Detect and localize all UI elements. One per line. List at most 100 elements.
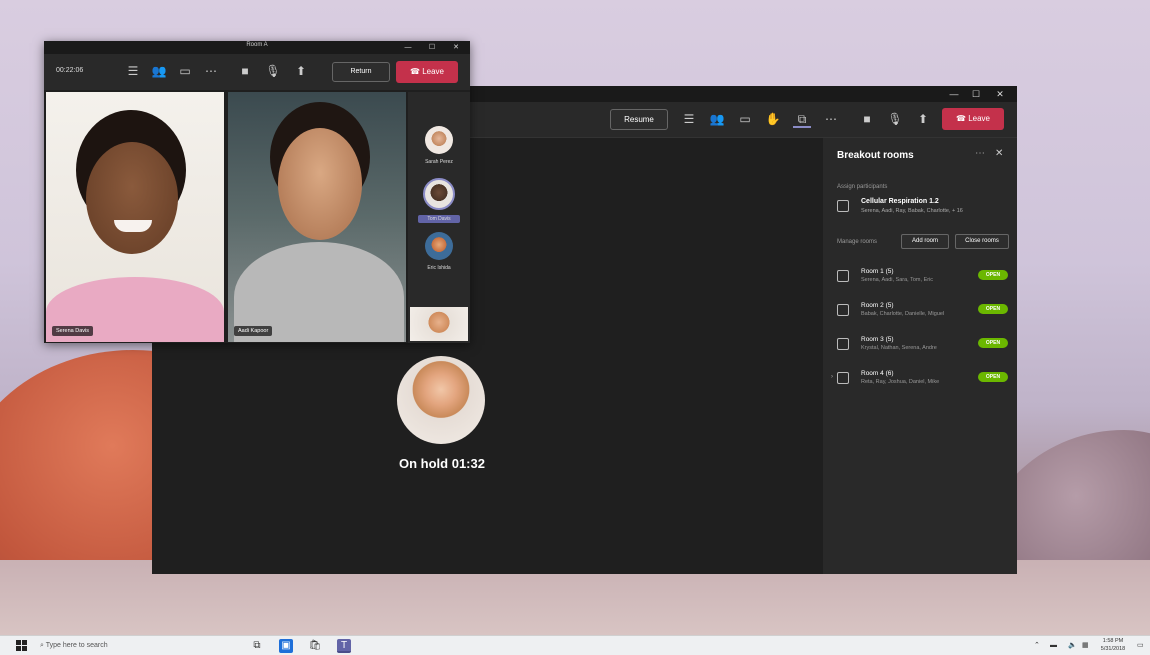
breakout-rooms-icon[interactable]: ⧉ xyxy=(793,110,811,128)
taskbar-search[interactable]: ⌕ Type here to search xyxy=(40,638,240,653)
room-list-item[interactable]: Room 1 (5) Serena, Aadi, Sara, Tom, Eric… xyxy=(837,266,1009,288)
add-room-button[interactable]: Add room xyxy=(901,234,949,249)
close-icon[interactable]: ✕ xyxy=(988,86,1012,102)
room-icon xyxy=(837,372,849,384)
room-toolbar: 00:22:06 ☰ 👥 ▭ ⋯ ■ 🎙 ⬆ Return ☎ Leave xyxy=(44,54,470,90)
return-button[interactable]: Return xyxy=(332,62,390,82)
task-view-icon[interactable]: ⧉ xyxy=(250,639,264,653)
room-status-badge: OPEN xyxy=(978,304,1008,314)
participants-list-icon[interactable]: ☰ xyxy=(124,62,142,80)
leave-button[interactable]: ☎ Leave xyxy=(942,108,1004,130)
room-list-item[interactable]: › Room 4 (6) Reta, Ray, Joshua, Daniel, … xyxy=(831,368,1009,390)
volume-icon[interactable]: 🔈 xyxy=(1068,639,1077,653)
room-name: Room 1 (5) xyxy=(861,268,894,275)
taskbar-clock[interactable]: 1:58 PM 5/31/2018 xyxy=(1096,637,1130,653)
phone-hangup-icon: ☎ xyxy=(956,114,969,123)
participant-face xyxy=(278,128,362,240)
room-icon xyxy=(837,270,849,282)
roster-avatar[interactable] xyxy=(425,126,453,154)
participant-smile xyxy=(114,220,152,232)
people-icon[interactable]: 👥 xyxy=(150,62,168,80)
leave-button[interactable]: ☎ Leave xyxy=(396,61,458,83)
room-icon xyxy=(837,338,849,350)
room-participants: Krystal, Nathan, Serena, Andre xyxy=(861,345,937,351)
phone-hangup-icon: ☎ xyxy=(410,67,423,76)
more-options-icon[interactable]: ⋯ xyxy=(822,110,840,128)
roster-avatar[interactable] xyxy=(423,178,455,210)
call-timer: 00:22:06 xyxy=(56,67,84,74)
participants-list-icon[interactable]: ☰ xyxy=(680,110,698,128)
manage-rooms-label: Manage rooms xyxy=(837,239,878,245)
leave-label: Leave xyxy=(422,67,444,76)
assignment-icon xyxy=(837,200,849,212)
room-titlebar: Room A — ☐ ✕ xyxy=(44,41,470,54)
roster-name: Tom Davis xyxy=(418,215,460,223)
on-hold-participant-avatar xyxy=(397,356,485,444)
file-explorer-icon[interactable]: ▣ xyxy=(279,639,293,653)
language-icon[interactable]: ▦ xyxy=(1082,639,1089,653)
taskbar: ⌕ Type here to search ⧉ ▣ 🛍 T ⌃ ▬ 🔈 ▦ 1:… xyxy=(0,635,1150,655)
minimize-icon[interactable]: — xyxy=(942,86,966,102)
assignment-participants: Serena, Aadi, Ray, Babak, Charlotte, + 1… xyxy=(861,208,963,214)
room-status-badge: OPEN xyxy=(978,338,1008,348)
room-list-item[interactable]: Room 2 (5) Babak, Charlotte, Danielle, M… xyxy=(837,300,1009,322)
more-options-icon[interactable]: ⋯ xyxy=(202,62,220,80)
teams-app-icon[interactable]: T xyxy=(337,639,351,653)
microphone-icon[interactable]: 🎙 xyxy=(886,110,904,128)
chat-icon[interactable]: ▭ xyxy=(736,110,754,128)
assign-participants-label: Assign participants xyxy=(837,184,888,190)
room-window: Room A — ☐ ✕ 00:22:06 ☰ 👥 ▭ ⋯ ■ 🎙 ⬆ Retu… xyxy=(44,41,470,343)
roster-name: Eric Ishida xyxy=(427,265,451,271)
search-placeholder: Type here to search xyxy=(45,642,108,649)
roster-name: Sarah Perez xyxy=(425,159,453,165)
room-name: Room 4 (6) xyxy=(861,370,894,377)
raise-hand-icon[interactable]: ✋ xyxy=(764,110,782,128)
clock-time: 1:58 PM xyxy=(1102,638,1124,644)
on-hold-status: On hold 01:32 xyxy=(399,456,485,471)
network-icon[interactable]: ▬ xyxy=(1050,639,1057,653)
participant-video-tile[interactable]: Aadi Kapoor xyxy=(228,92,406,342)
tray-chevron-icon[interactable]: ⌃ xyxy=(1034,639,1040,653)
resume-button[interactable]: Resume xyxy=(610,109,668,130)
room-participants: Serena, Aadi, Sara, Tom, Eric xyxy=(861,277,934,283)
chat-icon[interactable]: ▭ xyxy=(176,62,194,80)
breakout-rooms-panel: Breakout rooms ⋯ ✕ Assign participants C… xyxy=(823,138,1017,574)
camera-icon[interactable]: ■ xyxy=(858,110,876,128)
desktop-wallpaper: — ☐ ✕ Resume ☰ 👥 ▭ ✋ ⧉ ⋯ ■ 🎙 ⬆ ☎ Leave O… xyxy=(0,0,1150,655)
panel-more-icon[interactable]: ⋯ xyxy=(975,148,985,159)
participant-face xyxy=(86,142,178,254)
close-rooms-button[interactable]: Close rooms xyxy=(955,234,1009,249)
roster-avatar[interactable] xyxy=(425,232,453,260)
maximize-icon[interactable]: ☐ xyxy=(420,41,444,54)
self-view-thumbnail xyxy=(410,307,468,341)
panel-title: Breakout rooms xyxy=(837,150,914,161)
participant-roster: Sarah Perez Tom Davis Eric Ishida xyxy=(408,92,470,343)
room-status-badge: OPEN xyxy=(978,270,1008,280)
microphone-icon[interactable]: 🎙 xyxy=(264,62,282,80)
people-icon[interactable]: 👥 xyxy=(708,110,726,128)
assignment-title: Cellular Respiration 1.2 xyxy=(861,198,939,205)
store-icon[interactable]: 🛍 xyxy=(308,639,322,653)
clock-date: 5/31/2018 xyxy=(1100,646,1126,652)
participant-name-tag: Aadi Kapoor xyxy=(234,326,273,336)
share-screen-icon[interactable]: ⬆ xyxy=(914,110,932,128)
leave-label: Leave xyxy=(968,114,990,123)
assignment-item[interactable]: Cellular Respiration 1.2 Serena, Aadi, R… xyxy=(837,196,1007,218)
participant-video-tile[interactable]: Serena Davis xyxy=(46,92,224,342)
chevron-right-icon[interactable]: › xyxy=(831,374,833,380)
room-participants: Babak, Charlotte, Danielle, Miguel xyxy=(861,311,945,317)
notification-icon[interactable]: ▭ xyxy=(1137,639,1144,653)
room-name: Room 3 (5) xyxy=(861,336,894,343)
room-list-item[interactable]: Room 3 (5) Krystal, Nathan, Serena, Andr… xyxy=(837,334,1009,356)
maximize-icon[interactable]: ☐ xyxy=(964,86,988,102)
minimize-icon[interactable]: — xyxy=(396,41,420,54)
room-icon xyxy=(837,304,849,316)
windows-start-icon[interactable] xyxy=(16,640,27,651)
room-name: Room 2 (5) xyxy=(861,302,894,309)
participant-name-tag: Serena Davis xyxy=(52,326,94,336)
share-screen-icon[interactable]: ⬆ xyxy=(292,62,310,80)
camera-icon[interactable]: ■ xyxy=(236,62,254,80)
room-participants: Reta, Ray, Joshua, Daniel, Mike xyxy=(861,379,940,385)
close-icon[interactable]: ✕ xyxy=(444,41,468,54)
panel-close-icon[interactable]: ✕ xyxy=(995,148,1003,159)
